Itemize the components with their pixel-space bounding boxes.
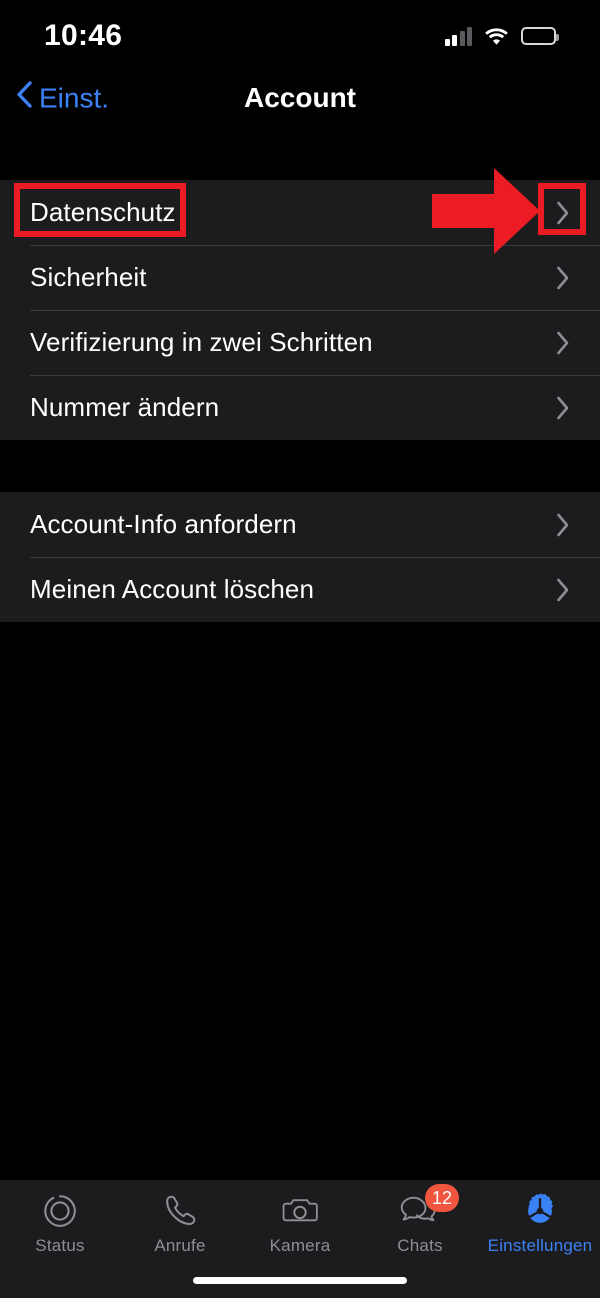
list-item-label: Sicherheit [30,262,147,292]
battery-low-power-icon [521,27,559,45]
status-rings-icon [39,1190,81,1232]
phone-handset-icon [159,1190,201,1232]
tab-kamera[interactable]: Kamera [240,1190,360,1256]
list-item-label: Datenschutz [30,197,176,227]
list-item-verifizierung-in-zwei-schritten[interactable]: Verifizierung in zwei Schritten [0,310,600,375]
chevron-right-icon [556,331,570,355]
tab-einstellungen[interactable]: Einstellungen [480,1190,600,1256]
chevron-right-icon [556,578,570,602]
tab-bar: Status Anrufe Kamera 12 Chats Einstellun… [0,1180,600,1298]
tab-anrufe[interactable]: Anrufe [120,1190,240,1256]
tab-label: Chats [397,1236,443,1255]
phone-screen: 10:46 Einst. Account Datenschutz Sicherh… [0,0,600,1298]
list-item-label: Meinen Account löschen [30,574,315,604]
list-item-account-info-anfordern[interactable]: Account-Info anfordern [0,492,600,557]
home-indicator-bar[interactable] [193,1277,407,1284]
chats-unread-badge: 12 [425,1184,459,1212]
right-arrow-annotation-icon [432,168,540,254]
list-item-sicherheit[interactable]: Sicherheit [0,245,600,310]
list-item-nummer-aendern[interactable]: Nummer ändern [0,375,600,440]
list-item-label: Verifizierung in zwei Schritten [30,327,373,357]
status-bar-time: 10:46 [44,19,123,52]
tab-label: Kamera [269,1236,331,1255]
tab-status[interactable]: Status [0,1190,120,1256]
chevron-right-icon [556,266,570,290]
settings-group-account-data: Account-Info anfordern Meinen Account lö… [0,492,600,622]
tab-label: Anrufe [154,1236,206,1255]
navigation-bar: Einst. Account [0,66,600,130]
chevron-right-icon [556,513,570,537]
status-bar: 10:46 [0,0,600,66]
page-title: Account [244,82,356,113]
chat-bubbles-icon: 12 [399,1184,459,1232]
cellular-bars-icon [444,26,472,46]
tab-label: Einstellungen [487,1236,593,1255]
list-item-label: Nummer ändern [30,392,220,422]
chevron-right-icon [556,201,570,225]
list-item-meinen-account-loeschen[interactable]: Meinen Account löschen [0,557,600,622]
wifi-icon [484,27,509,46]
tab-label: Status [35,1236,85,1255]
camera-icon [279,1190,321,1232]
status-bar-icons [444,26,559,46]
list-item-label: Account-Info anfordern [30,509,297,539]
gear-icon [519,1190,561,1232]
tab-chats[interactable]: 12 Chats [360,1184,480,1256]
chevron-right-icon [556,396,570,420]
